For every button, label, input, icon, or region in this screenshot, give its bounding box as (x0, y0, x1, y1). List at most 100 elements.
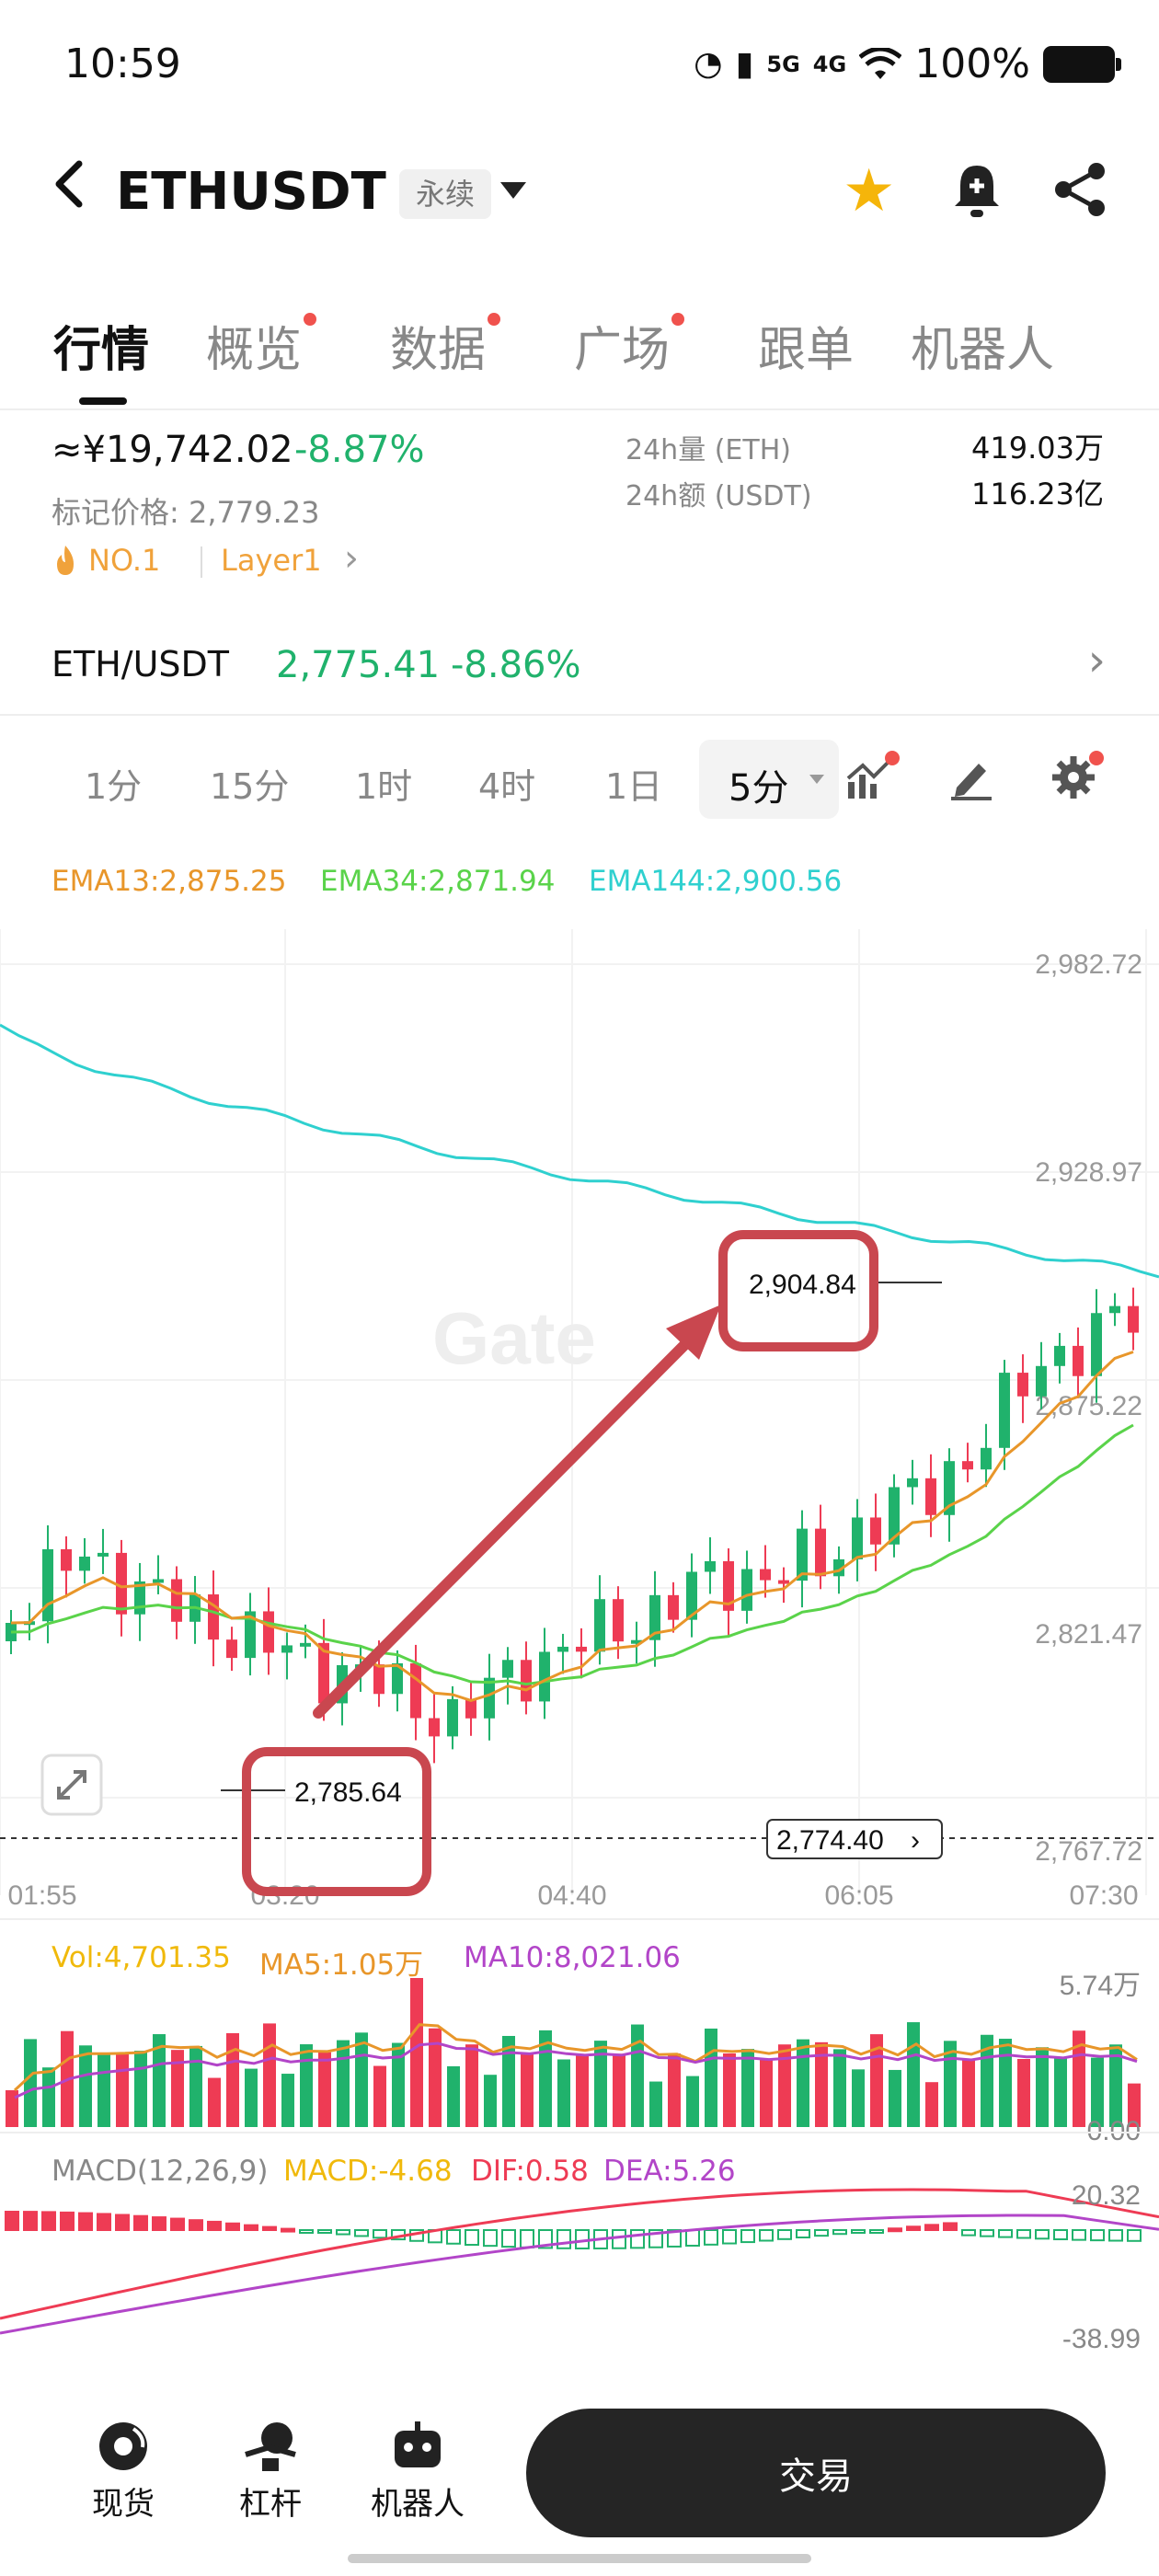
volume-bar (631, 2024, 644, 2127)
tab-copy-trade[interactable]: 跟单 (758, 311, 854, 380)
tab-label: 机器人 (911, 323, 1055, 378)
volume-bar (576, 2054, 589, 2127)
macd-bar (5, 2211, 19, 2231)
macd-name-label: MACD(12,26,9) (52, 2155, 269, 2188)
spot-change: -8.86% (451, 644, 581, 686)
timeframe-15m[interactable]: 15分 (210, 758, 289, 809)
volume-bar (484, 2075, 497, 2127)
candle (484, 1677, 495, 1719)
timeframe-1d[interactable]: 1日 (605, 758, 662, 809)
macd-bar (722, 2229, 737, 2245)
spot-pair[interactable]: ETH/USDT (52, 644, 229, 684)
volume-bar (79, 2045, 92, 2127)
candle (1073, 1345, 1084, 1376)
stat-label-volume: 24h量 (ETH) (625, 434, 791, 466)
volume-bar (521, 2053, 534, 2127)
high-marker-value: 2,904.84 (749, 1270, 856, 1300)
home-indicator[interactable] (348, 2554, 811, 2563)
volume-bar (134, 2051, 147, 2127)
volume-bar (557, 2059, 570, 2127)
macd-bar (133, 2214, 148, 2231)
rank-label: NO.1 (88, 543, 161, 578)
nav-bots[interactable]: 机器人 (353, 2420, 482, 2524)
timeframe-4h[interactable]: 4时 (478, 758, 535, 809)
divider (0, 408, 1159, 410)
chevron-right-icon: › (911, 1825, 920, 1856)
tab-label: 概览 (206, 323, 303, 378)
share-icon[interactable] (1050, 160, 1109, 219)
macd-bar (888, 2227, 902, 2233)
macd-dif-label: DIF:0.58 (471, 2155, 589, 2188)
divider (0, 714, 1159, 716)
candle (447, 1698, 458, 1737)
volume-bar (1054, 2057, 1067, 2127)
rank-badge[interactable]: NO.1 (52, 543, 160, 578)
tab-label: 跟单 (758, 323, 855, 378)
chart-grid (0, 929, 1159, 1895)
battery-percent: 100% (914, 40, 1030, 87)
tab-overview[interactable]: 概览 (206, 311, 317, 380)
caret-down-icon (809, 775, 824, 784)
favorite-star-icon[interactable]: ★ (843, 162, 895, 221)
volume-bar (907, 2022, 920, 2127)
current-price-value: 2,774.40 (776, 1825, 884, 1856)
tab-square[interactable]: 广场 (574, 311, 685, 380)
timeframe-1m[interactable]: 1分 (85, 758, 142, 809)
nav-spot[interactable]: 现货 (59, 2420, 188, 2524)
macd-bar (1072, 2229, 1086, 2241)
candle (300, 1642, 311, 1647)
price-axis-label: 2,875.22 (1035, 1391, 1142, 1421)
candle (962, 1461, 973, 1470)
macd-bar (281, 2227, 295, 2233)
candle (281, 1645, 293, 1653)
pair-title[interactable]: ETHUSDT (116, 162, 386, 222)
tab-data[interactable]: 数据 (390, 311, 501, 380)
candle (925, 1478, 936, 1515)
perpetual-badge: 永续 (399, 169, 492, 219)
candle (1109, 1305, 1120, 1314)
volume-bar (226, 2033, 239, 2127)
macd-bar (465, 2229, 479, 2247)
volume-max-label: 5.74万 (1060, 1971, 1141, 2001)
volume-bar (208, 2077, 221, 2127)
chevron-right-icon[interactable]: › (344, 537, 359, 580)
macd-bar (115, 2214, 130, 2232)
draw-tool-icon[interactable] (947, 756, 995, 804)
ema144-line (0, 1023, 1159, 1279)
category-tag[interactable]: Layer1 (221, 543, 322, 578)
chevron-right-icon[interactable]: › (1088, 635, 1106, 686)
price-alert-bell-icon[interactable] (951, 160, 1003, 219)
volume-bar (42, 2067, 55, 2127)
settings-gear-icon[interactable] (1050, 751, 1104, 804)
timeframe-1h[interactable]: 1时 (355, 758, 412, 809)
volume-bar (760, 2059, 773, 2127)
indicators-icon[interactable] (846, 751, 900, 804)
price-axis-label: 2,821.47 (1035, 1619, 1142, 1650)
current-price-tag[interactable]: 2,774.40 › (766, 1819, 943, 1859)
back-button[interactable] (50, 156, 86, 222)
notification-dot (488, 313, 501, 326)
volume-bar (116, 2053, 129, 2127)
expand-chart-icon[interactable] (40, 1754, 103, 1816)
macd-bar (207, 2220, 222, 2231)
pair-dropdown-icon[interactable] (500, 182, 526, 199)
stat-label-turnover: 24h额 (USDT) (625, 480, 812, 512)
trade-button[interactable]: 交易 (526, 2409, 1106, 2537)
candle (760, 1569, 771, 1581)
macd-bar (189, 2219, 203, 2231)
candle (1054, 1345, 1065, 1366)
macd-bar (1127, 2229, 1142, 2242)
nav-margin[interactable]: 杠杆 (206, 2420, 335, 2524)
tab-market[interactable]: 行情 (53, 311, 149, 380)
volume-bar (741, 2049, 754, 2127)
watermark-logo: Gate (432, 1297, 596, 1379)
tab-bots[interactable]: 机器人 (911, 311, 1054, 380)
macd-bar (869, 2229, 884, 2234)
macd-bar (78, 2212, 93, 2232)
macd-bar (612, 2229, 626, 2249)
macd-bar (262, 2225, 277, 2231)
volume-bar (925, 2082, 938, 2127)
notification-dot (885, 751, 900, 765)
macd-bar (557, 2229, 571, 2249)
macd-bar (299, 2229, 314, 2234)
